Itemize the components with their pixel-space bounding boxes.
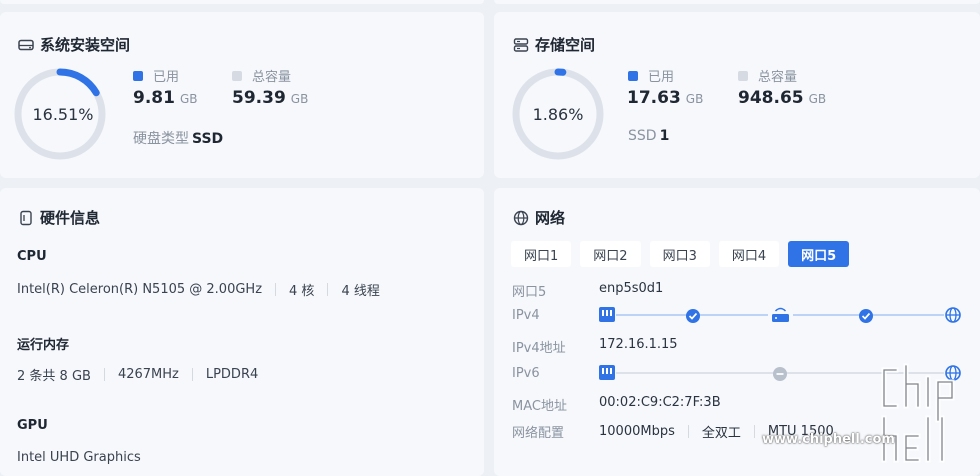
chip-icon (17, 210, 35, 226)
ssd-count: SSD 1 (628, 128, 670, 144)
system-used-legend: 已用 (133, 66, 179, 85)
watermark-text: www.chiphell.com (762, 432, 895, 447)
port-label: 网口5 (512, 285, 547, 300)
ram-label: 运行内存 (17, 338, 70, 353)
divider (753, 425, 755, 438)
system-total-value: 59.39 GB (232, 88, 309, 108)
network-config-label: 网络配置 (512, 426, 565, 441)
ipv4-topology (599, 307, 961, 323)
storage-used-legend: 已用 (628, 66, 674, 85)
port-value: enp5s0d1 (599, 281, 664, 296)
network-title: 网络 (512, 207, 565, 228)
storage-icon (512, 37, 530, 53)
globe-icon (945, 307, 961, 323)
storage-usage-percent: 1.86% (532, 104, 584, 124)
cpu-label: CPU (17, 249, 47, 264)
divider (103, 368, 105, 381)
system-usage-percent: 16.51% (32, 104, 94, 124)
disk-icon (17, 37, 35, 53)
link-speed: 10000Mbps (599, 424, 675, 439)
ram-size: 2 条共 8 GB (17, 369, 91, 384)
divider (275, 283, 277, 296)
storage-used-value: 17.63 GB (627, 88, 704, 108)
mac-label: MAC地址 (512, 399, 567, 414)
used-swatch (133, 70, 143, 81)
system-used-value: 9.81 GB (133, 88, 198, 108)
check-icon (686, 309, 700, 323)
system-storage-title: 系统安装空间 (17, 34, 130, 55)
ipv6-label: IPv6 (512, 366, 540, 381)
ipv4-label: IPv4 (512, 308, 540, 323)
storage-total-legend: 总容量 (738, 66, 797, 85)
chiphell-watermark-logo (881, 363, 955, 463)
duplex-mode: 全双工 (701, 426, 741, 441)
cpu-model: Intel(R) Celeron(R) N5105 @ 2.00GHz (17, 282, 263, 297)
divider (687, 425, 689, 438)
globe-icon (512, 210, 530, 226)
mac-value: 00:02:C9:C2:7F:3B (599, 395, 721, 410)
router-icon (772, 307, 789, 322)
hardware-card (0, 188, 484, 476)
ethernet-port-icon (599, 307, 615, 322)
storage-title: 存储空间 (512, 34, 595, 55)
total-swatch (232, 70, 242, 81)
tab-port-5[interactable]: 网口5 (788, 241, 850, 267)
hardware-title: 硬件信息 (17, 207, 100, 228)
tab-port-1[interactable]: 网口1 (511, 241, 572, 267)
ipv4-address-label: IPv4地址 (512, 341, 566, 356)
total-swatch (738, 70, 748, 81)
ipv4-address-value: 172.16.1.15 (599, 337, 678, 352)
cpu-info: Intel(R) Celeron(R) N5105 @ 2.00GHz 4 核 … (17, 280, 380, 299)
ram-info: 2 条共 8 GB 4267MHz LPDDR4 (17, 365, 258, 384)
top-card-edge-right (494, 0, 980, 4)
check-icon (859, 309, 873, 323)
port-tabs: 网口1 网口2 网口3 网口4 网口5 (511, 241, 858, 267)
gpu-model: Intel UHD Graphics (17, 450, 141, 465)
pending-icon (773, 367, 787, 381)
tab-port-3[interactable]: 网口3 (649, 241, 710, 267)
used-swatch (628, 70, 638, 81)
ram-speed: 4267MHz (117, 367, 179, 382)
divider (191, 368, 193, 381)
ram-type: LPDDR4 (205, 367, 259, 382)
disk-type: 硬盘类型 SSD (133, 131, 224, 147)
tab-port-2[interactable]: 网口2 (580, 241, 641, 267)
system-total-legend: 总容量 (232, 66, 291, 85)
cpu-threads: 4 线程 (341, 284, 380, 299)
tab-port-4[interactable]: 网口4 (718, 241, 780, 267)
top-card-edge-left (0, 0, 484, 4)
divider (327, 283, 329, 296)
storage-total-value: 948.65 GB (738, 88, 827, 108)
gpu-label: GPU (17, 418, 48, 433)
ethernet-port-icon (599, 365, 615, 380)
cpu-cores: 4 核 (289, 284, 315, 299)
